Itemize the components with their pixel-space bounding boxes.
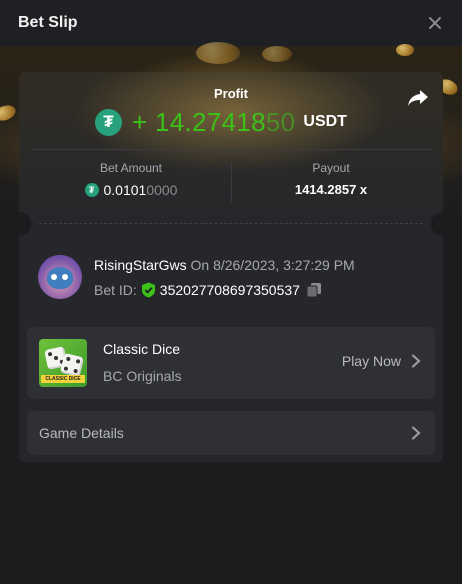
- bet-amount-value: ₮ 0.0101 0000: [31, 182, 231, 198]
- profit-value-main: 14.27418: [155, 106, 266, 137]
- copy-icon[interactable]: [306, 282, 322, 298]
- bet-user-row: RisingStarGws On 8/26/2023, 3:27:29 PM B…: [38, 255, 355, 299]
- close-icon[interactable]: [426, 14, 444, 32]
- bet-date: 8/26/2023, 3:27:29 PM: [213, 256, 355, 273]
- play-now-button[interactable]: Play Now: [342, 353, 421, 369]
- play-now-label: Play Now: [341, 353, 401, 369]
- share-icon[interactable]: [407, 88, 429, 108]
- die-icon: [59, 352, 85, 378]
- profit-prefix: +: [132, 106, 148, 137]
- profit-row: ₮ + 14.2741850 USDT: [95, 104, 347, 140]
- username[interactable]: RisingStarGws: [94, 257, 187, 273]
- bet-amount-stat: Bet Amount ₮ 0.0101 0000: [31, 161, 231, 198]
- divider: [31, 149, 431, 150]
- payout-value: 1414.2857 x: [294, 182, 368, 197]
- classic-dice-thumbnail: CLASSIC DICE: [39, 339, 87, 387]
- bet-id-line: Bet ID: 352027708697350537: [94, 282, 355, 298]
- bet-amount-label: Bet Amount: [99, 161, 163, 175]
- bet-amount-main: 0.0101: [103, 182, 147, 198]
- chevron-right-icon: [411, 426, 421, 440]
- profit-value: + 14.2741850: [132, 107, 295, 138]
- tether-icon: ₮: [84, 183, 99, 197]
- bet-id-value: 352027708697350537: [159, 281, 300, 298]
- game-details-button[interactable]: Game Details: [27, 411, 435, 455]
- bet-amount-dim: 0000: [146, 182, 178, 198]
- game-name: Classic Dice: [103, 341, 181, 357]
- payout-stat: Payout 1414.2857 x: [231, 161, 431, 197]
- avatar-eye: [62, 274, 68, 280]
- game-details-label: Game Details: [39, 425, 124, 441]
- bet-slip-card: Profit ₮ + 14.2741850 USDT Bet Amount ₮ …: [19, 72, 443, 462]
- profit-value-dim: 50: [265, 106, 296, 137]
- profit-unit: USDT: [303, 113, 347, 130]
- tether-icon: ₮: [95, 108, 122, 136]
- bet-date-prefix: On: [190, 256, 210, 273]
- avatar-face: [47, 267, 73, 289]
- dashed-separator: [39, 223, 423, 224]
- payout-label: Payout: [312, 161, 350, 175]
- bet-info: RisingStarGws On 8/26/2023, 3:27:29 PM B…: [94, 257, 355, 298]
- page-title: Bet Slip: [18, 14, 78, 31]
- avatar[interactable]: [38, 255, 82, 299]
- ticket-notch-right: [431, 212, 443, 236]
- bet-slip-header: Bet Slip: [0, 0, 462, 46]
- chevron-right-icon: [411, 354, 421, 368]
- avatar-eye: [51, 274, 57, 280]
- shield-check-icon: [141, 282, 155, 297]
- thumbnail-tag: CLASSIC DICE: [41, 375, 85, 383]
- user-line: RisingStarGws On 8/26/2023, 3:27:29 PM: [94, 257, 355, 273]
- profit-label: Profit: [214, 86, 248, 101]
- game-provider: BC Originals: [103, 368, 182, 384]
- game-card[interactable]: CLASSIC DICE Classic Dice BC Originals P…: [27, 327, 435, 399]
- bet-id-label: Bet ID:: [94, 281, 137, 298]
